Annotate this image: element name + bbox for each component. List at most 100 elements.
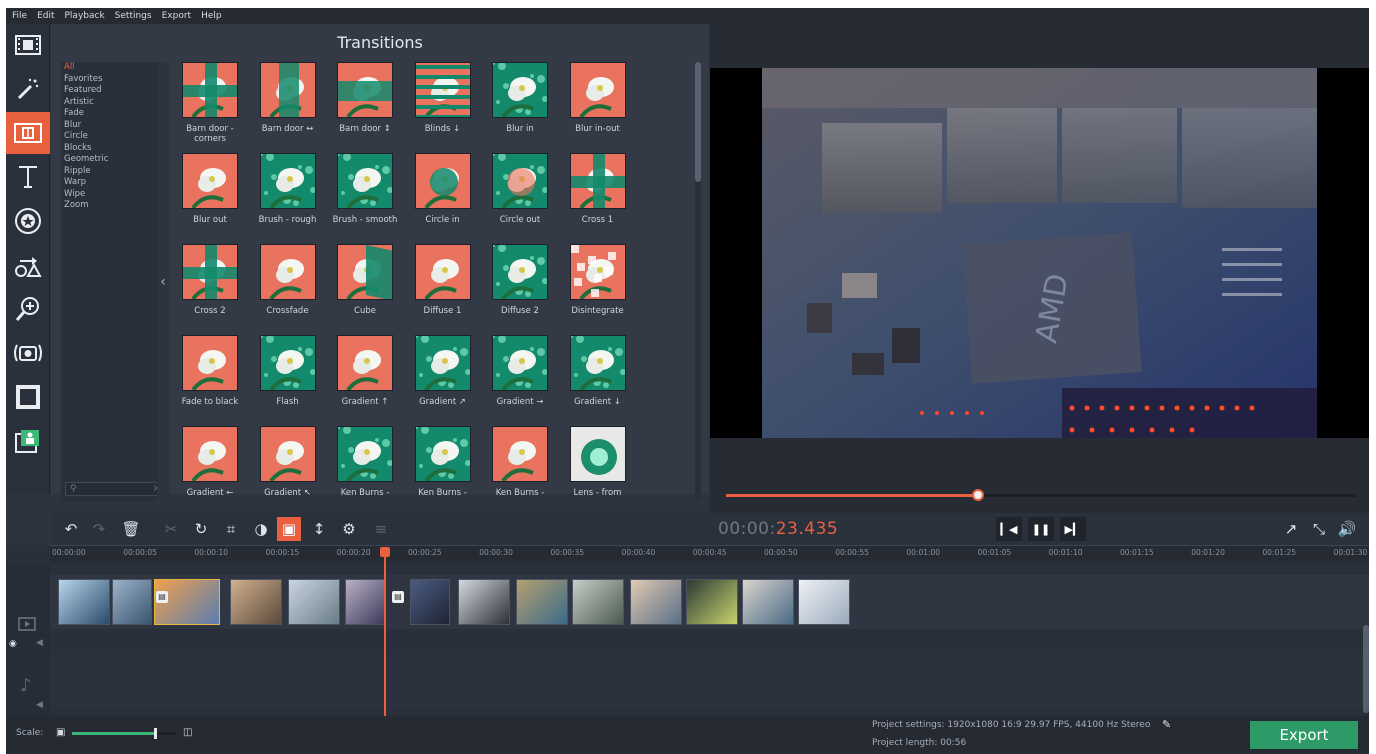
video-clip[interactable] [516,579,568,625]
category-item[interactable]: Wipe [61,189,157,201]
category-item[interactable]: Warp [61,177,157,189]
transition-tile[interactable]: Gradient → [483,335,557,419]
category-item[interactable]: Geometric [61,154,157,166]
clip-transition-icon[interactable]: ▤ [392,591,404,603]
menu-export[interactable]: Export [162,11,191,21]
clip-transition-icon[interactable]: ▤ [156,591,168,603]
transition-tile[interactable]: Circle in [406,153,480,237]
callouts-tool[interactable] [6,244,50,286]
playhead[interactable] [384,549,386,716]
delete-button[interactable]: 🗑 [119,517,143,541]
transition-tile[interactable]: Cross 2 [173,244,247,328]
visibility-eye-icon[interactable]: ◉ [9,639,17,649]
rotate-button[interactable]: ↻ [189,517,213,541]
undo-button[interactable]: ↶ [59,517,83,541]
menu-file[interactable]: File [12,11,27,21]
video-clip[interactable] [345,579,385,625]
video-clip[interactable] [410,579,450,625]
image-button[interactable]: ▣ [277,517,301,541]
transition-tile[interactable]: Gradient ↓ [561,335,635,419]
transition-tile[interactable]: Blur in-out [561,62,635,146]
playback-scrubber[interactable] [726,489,1356,501]
scale-zoom-out-icon[interactable]: ▣ [56,727,65,738]
video-clip[interactable] [112,579,152,625]
transition-tile[interactable]: Gradient ↑ [328,335,402,419]
timeline-scrollbar[interactable] [1363,625,1369,713]
grid-scrollbar-thumb[interactable] [695,62,701,182]
pencil-icon[interactable]: ✎ [1162,718,1171,731]
category-item[interactable]: All [61,62,157,74]
scrubber-handle[interactable] [972,489,984,501]
menu-settings[interactable]: Settings [115,11,152,21]
transition-tile[interactable]: Ken Burns - [483,426,557,498]
stickers-tool[interactable] [6,200,50,242]
category-item[interactable]: Blocks [61,143,157,155]
category-item[interactable]: Ripple [61,166,157,178]
category-item[interactable]: Favorites [61,74,157,86]
transition-tile[interactable]: Ken Burns - [406,426,480,498]
transition-tile[interactable]: Barn door - corners [173,62,247,146]
video-clip[interactable] [572,579,624,625]
transition-tile[interactable]: Blinds ↓ [406,62,480,146]
overlay-tool[interactable] [6,376,50,418]
transition-tile[interactable]: Gradient ↗ [406,335,480,419]
microphone-button[interactable]: ↕ [307,517,331,541]
menu-playback[interactable]: Playback [65,11,105,21]
category-item[interactable]: Blur [61,120,157,132]
export-button[interactable]: Export [1250,721,1358,749]
grid-scrollbar[interactable] [695,62,701,502]
video-clip[interactable] [798,579,850,625]
category-item[interactable]: Circle [61,131,157,143]
scale-slider[interactable] [72,728,176,739]
transition-tile[interactable]: Ken Burns - [328,426,402,498]
transition-tile[interactable]: Barn door ↔ [251,62,325,146]
time-ruler[interactable]: 00:00:00 00:00:05 00:00:10 00:00:15 00:00:20… [50,545,1369,563]
video-clip[interactable] [458,579,510,625]
color-adjust-button[interactable]: ◑ [249,517,273,541]
collapse-categories-button[interactable]: ‹ [157,62,169,502]
scale-slider-handle[interactable] [154,728,158,739]
import-tool[interactable] [6,24,50,66]
video-mute-icon[interactable]: ◀ [36,638,43,648]
transition-tile[interactable]: Blur in [483,62,557,146]
volume-button[interactable]: 🔊 [1336,518,1358,540]
menu-help[interactable]: Help [201,11,222,21]
video-clip[interactable] [58,579,110,625]
skip-back-button[interactable]: ▎◀ [996,517,1022,541]
transition-tile[interactable]: Blur out [173,153,247,237]
category-item[interactable]: Fade [61,108,157,120]
video-clip[interactable] [686,579,738,625]
scale-zoom-in-icon[interactable]: ◫ [183,727,192,738]
zoom-tool[interactable] [6,288,50,330]
video-clip[interactable] [630,579,682,625]
open-external-button[interactable]: ↗ [1280,518,1302,540]
crop-button[interactable]: ⌗ [219,517,243,541]
transition-tile[interactable]: Brush - smooth [328,153,402,237]
skip-forward-button[interactable]: ▶▎ [1060,517,1086,541]
transition-tile[interactable]: Barn door ↕ [328,62,402,146]
transition-tile[interactable]: Disintegrate [561,244,635,328]
titles-tool[interactable] [6,156,50,198]
transition-tile[interactable]: Brush - rough [251,153,325,237]
transitions-tool[interactable] [6,112,50,154]
pause-button[interactable]: ❚❚ [1028,517,1054,541]
audio-track[interactable] [50,655,1369,707]
equalizer-button[interactable]: ≡ [369,517,393,541]
transition-tile[interactable]: Gradient ← [173,426,247,498]
fullscreen-button[interactable]: ⤡ [1308,518,1330,540]
transition-tile[interactable]: Gradient ↖ [251,426,325,498]
video-clip[interactable] [288,579,340,625]
transition-tile[interactable]: Flash [251,335,325,419]
video-track[interactable]: ▤ ▤ [50,575,1369,629]
gear-button[interactable]: ⚙ [337,517,361,541]
transition-tile[interactable]: Fade to black [173,335,247,419]
chroma-key-tool[interactable] [6,420,50,462]
filters-tool[interactable] [6,68,50,110]
category-search-input[interactable]: ⚲ × [65,482,165,496]
transition-tile[interactable]: Cube [328,244,402,328]
audio-mute-icon[interactable]: ◀ [36,700,43,710]
category-item[interactable]: Featured [61,85,157,97]
video-clip[interactable] [230,579,282,625]
transition-tile[interactable]: Diffuse 1 [406,244,480,328]
video-preview[interactable]: AMD [710,68,1369,438]
